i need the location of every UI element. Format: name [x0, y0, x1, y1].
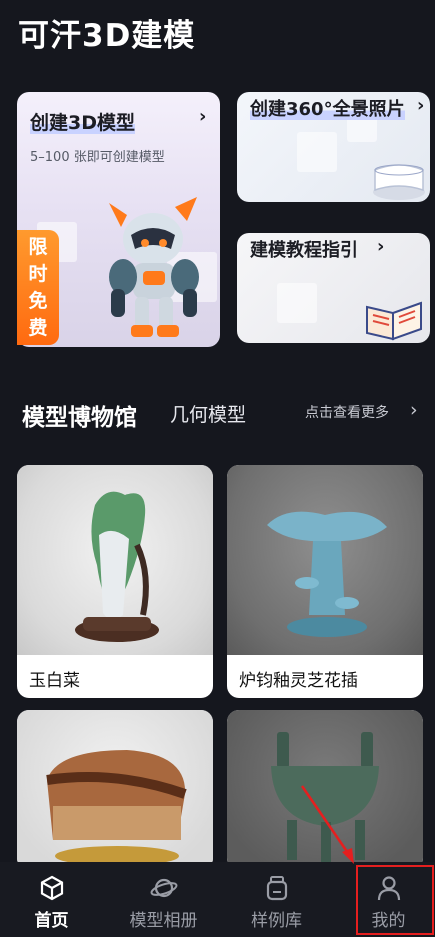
jar-icon — [266, 876, 287, 901]
robot-illustration — [109, 197, 199, 337]
museum-item-label: 炉钧釉灵芝花插 — [239, 671, 358, 691]
nav-item-home[interactable]: 首页 — [8, 862, 95, 937]
planet-icon — [150, 878, 177, 898]
limited-free-badge: 限时免费 — [17, 230, 59, 345]
chevron-right-icon: › — [417, 95, 425, 116]
modeling-tutorial-title: 建模教程指引 — [250, 240, 358, 261]
model-museum-title: 模型博物馆 — [22, 405, 137, 431]
highlight-box — [356, 865, 434, 935]
create-3d-model-subtitle: 5–100 张即可创建模型 — [30, 150, 165, 165]
view-more-link[interactable]: 点击查看更多 — [305, 402, 389, 422]
modeling-tutorial-card[interactable]: 建模教程指引 › — [237, 233, 430, 343]
create-panorama-title: 创建360°全景照片 — [250, 99, 405, 120]
cube-icon — [40, 875, 63, 901]
nav-label: 首页 — [34, 911, 69, 931]
chevron-right-icon: › — [377, 236, 385, 257]
nav-item-samples[interactable]: 样例库 — [233, 862, 320, 937]
bronze-ding-image — [271, 732, 379, 862]
nav-item-album[interactable]: 模型相册 — [120, 862, 207, 937]
jade-cabbage-image — [75, 491, 159, 642]
create-3d-model-title: 创建3D模型 — [30, 112, 135, 134]
nav-label: 模型相册 — [129, 911, 198, 931]
nav-label: 样例库 — [251, 911, 302, 931]
museum-item-label: 玉白菜 — [29, 671, 80, 691]
panorama-icon — [373, 164, 425, 200]
book-icon — [366, 301, 422, 341]
meat-stone-image — [46, 750, 187, 866]
tab-geometric-models[interactable]: 几何模型 — [170, 400, 246, 427]
create-panorama-card[interactable]: 创建360°全景照片 › — [237, 92, 430, 202]
flower-vase-image — [267, 511, 387, 637]
chevron-right-icon[interactable]: › — [410, 399, 418, 421]
museum-item-jade-cabbage[interactable]: 玉白菜 — [17, 465, 213, 698]
chevron-right-icon: › — [199, 106, 207, 127]
museum-item-meat-stone[interactable] — [17, 710, 213, 870]
app-title: 可汗3D建模 — [18, 18, 196, 54]
museum-item-bronze-ding[interactable] — [227, 710, 423, 870]
museum-item-flower-vase[interactable]: 炉钧釉灵芝花插 — [227, 465, 423, 698]
